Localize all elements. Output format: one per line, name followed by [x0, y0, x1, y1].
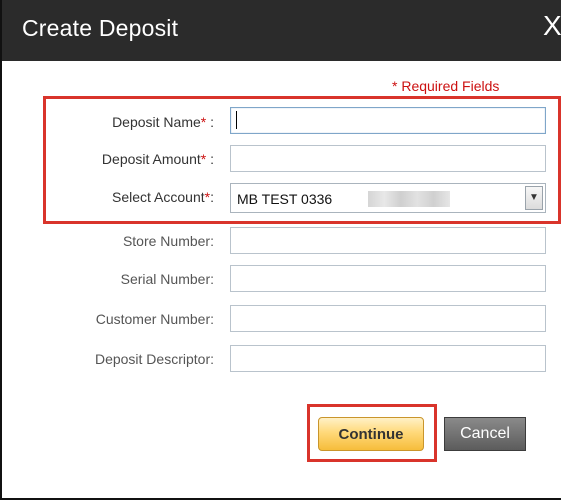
continue-button[interactable]: Continue — [318, 417, 424, 451]
deposit-name-label-suffix: : — [206, 114, 214, 130]
dialog-titlebar: Create Deposit X — [0, 0, 561, 61]
customer-number-input[interactable] — [230, 305, 546, 332]
required-fields-note: * Required Fields — [392, 78, 500, 94]
deposit-amount-input[interactable] — [230, 145, 546, 172]
close-icon[interactable]: X — [543, 12, 561, 40]
store-number-input[interactable] — [230, 227, 546, 254]
deposit-amount-label-suffix: : — [206, 151, 214, 167]
create-deposit-dialog: Create Deposit X * Required Fields Depos… — [0, 0, 561, 500]
customer-number-label: Customer Number: — [95, 311, 214, 327]
select-account-dropdown[interactable]: MB TEST 0336 ▼ — [230, 183, 546, 213]
deposit-name-input[interactable] — [230, 107, 546, 134]
serial-number-input[interactable] — [230, 265, 546, 292]
redacted-account-number — [368, 191, 450, 207]
deposit-name-label: Deposit Name* : — [40, 114, 214, 130]
cancel-button[interactable]: Cancel — [444, 417, 526, 451]
dialog-title: Create Deposit — [22, 15, 179, 41]
deposit-amount-label-text: Deposit Amount — [101, 151, 201, 167]
deposit-descriptor-label: Deposit Descriptor: — [94, 351, 214, 367]
chevron-down-icon[interactable]: ▼ — [525, 186, 543, 210]
deposit-descriptor-input[interactable] — [230, 345, 546, 372]
select-account-value: MB TEST 0336 — [237, 191, 333, 207]
select-account-label-suffix: : — [210, 189, 214, 205]
select-account-label: Select Account*: — [40, 189, 214, 205]
deposit-name-label-text: Deposit Name — [112, 114, 201, 130]
deposit-amount-label: Deposit Amount* : — [40, 151, 214, 167]
text-caret — [236, 111, 237, 129]
select-account-label-text: Select Account — [112, 189, 205, 205]
serial-number-label: Serial Number: — [120, 271, 214, 287]
store-number-label: Store Number: — [122, 233, 214, 249]
